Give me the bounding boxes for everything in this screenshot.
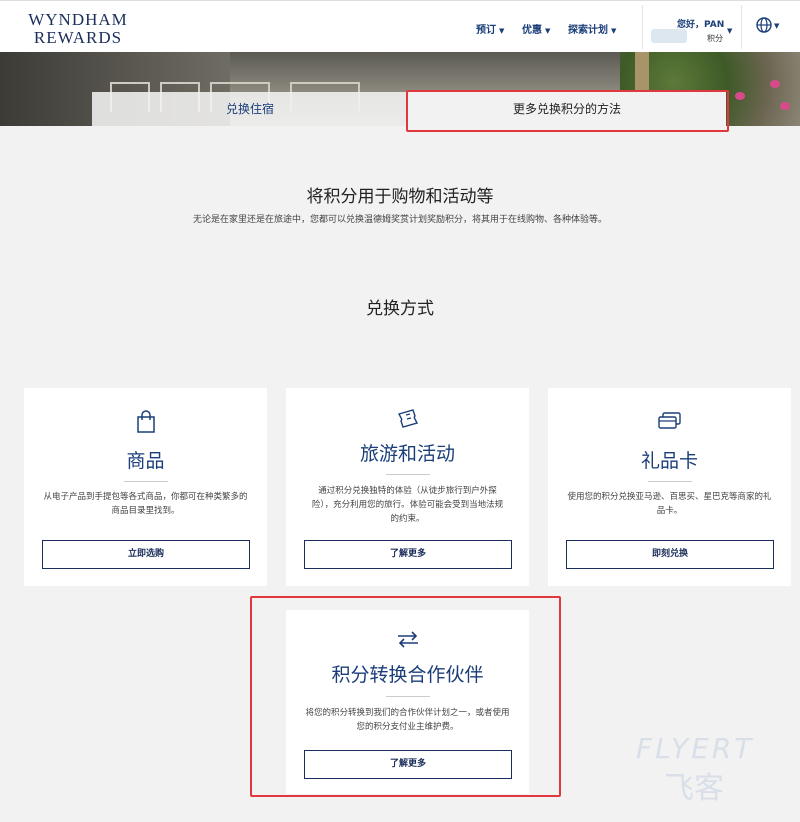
divider xyxy=(385,474,430,475)
redeem-now-button[interactable]: 即刻兑换 xyxy=(566,540,774,569)
chevron-down-icon: ▼ xyxy=(499,27,505,35)
nav-deals[interactable]: 优惠 ▼ xyxy=(522,21,550,36)
card-description: 使用您的积分兑换亚马逊、百思买、星巴克等商家的礼品卡。 xyxy=(567,492,772,516)
nav-book[interactable]: 预订 ▼ xyxy=(476,21,504,36)
section-title: 兑换方式 xyxy=(366,299,434,319)
top-nav-bar: WYNDHAM REWARDS 预订 ▼ 优惠 ▼ 探索计划 ▼ 您好，PAN 积分 … xyxy=(0,0,800,52)
learn-more-button[interactable]: 了解更多 xyxy=(304,540,512,569)
page-title: 将积分用于购物和活动等 xyxy=(306,187,494,207)
card-title: 商品 xyxy=(126,450,165,472)
chevron-down-icon: ▼ xyxy=(611,27,617,35)
card-gift-cards: 礼品卡 使用您的积分兑换亚马逊、百思买、星巴克等商家的礼品卡。 即刻兑换 xyxy=(548,388,791,586)
chevron-down-icon: ▼ xyxy=(774,22,780,30)
card-travel-activities: 旅游和活动 通过积分兑换独特的体验（从徒步旅行到户外探险），充分利用您的旅行。体… xyxy=(286,388,529,586)
highlight-box xyxy=(406,90,729,132)
wyndham-rewards-logo[interactable]: WYNDHAM REWARDS xyxy=(28,11,128,46)
shop-now-button[interactable]: 立即选购 xyxy=(42,540,250,569)
divider xyxy=(647,481,692,482)
highlight-box xyxy=(250,596,561,797)
gift-card-icon xyxy=(548,410,791,436)
card-description: 通过积分兑换独特的体验（从徒步旅行到户外探险），充分利用您的旅行。体验可能会受到… xyxy=(311,486,504,524)
ticket-icon xyxy=(286,406,529,432)
account-menu[interactable]: 您好，PAN 积分 ▼ xyxy=(642,5,742,49)
divider xyxy=(123,481,168,482)
card-merchandise: 商品 从电子产品到手提包等各式商品，你都可在种类繁多的商品目录里找到。 立即选购 xyxy=(24,388,267,586)
account-greeting: 您好，PAN xyxy=(677,20,725,30)
globe-icon xyxy=(756,17,772,33)
card-title: 旅游和活动 xyxy=(359,443,455,465)
flyert-watermark: FLYERT 飞客 xyxy=(636,732,755,806)
chevron-down-icon: ▼ xyxy=(545,27,551,35)
tab-redeem-stays[interactable]: 兑换住宿 xyxy=(92,92,408,126)
card-title: 礼品卡 xyxy=(640,450,698,472)
nav-explore-program[interactable]: 探索计划 ▼ xyxy=(568,21,616,36)
page-subtitle: 无论是在家里还是在旅途中，您都可以兑换温德姆奖赏计划奖励积分，将其用于在线购物、… xyxy=(192,215,607,225)
shopping-bag-icon xyxy=(24,410,267,438)
chevron-down-icon: ▼ xyxy=(727,27,733,35)
points-label: 积分 xyxy=(707,34,723,43)
card-description: 从电子产品到手提包等各式商品，你都可在种类繁多的商品目录里找到。 xyxy=(43,492,248,516)
language-selector[interactable]: ▼ xyxy=(756,17,779,37)
redacted-points xyxy=(651,29,687,43)
